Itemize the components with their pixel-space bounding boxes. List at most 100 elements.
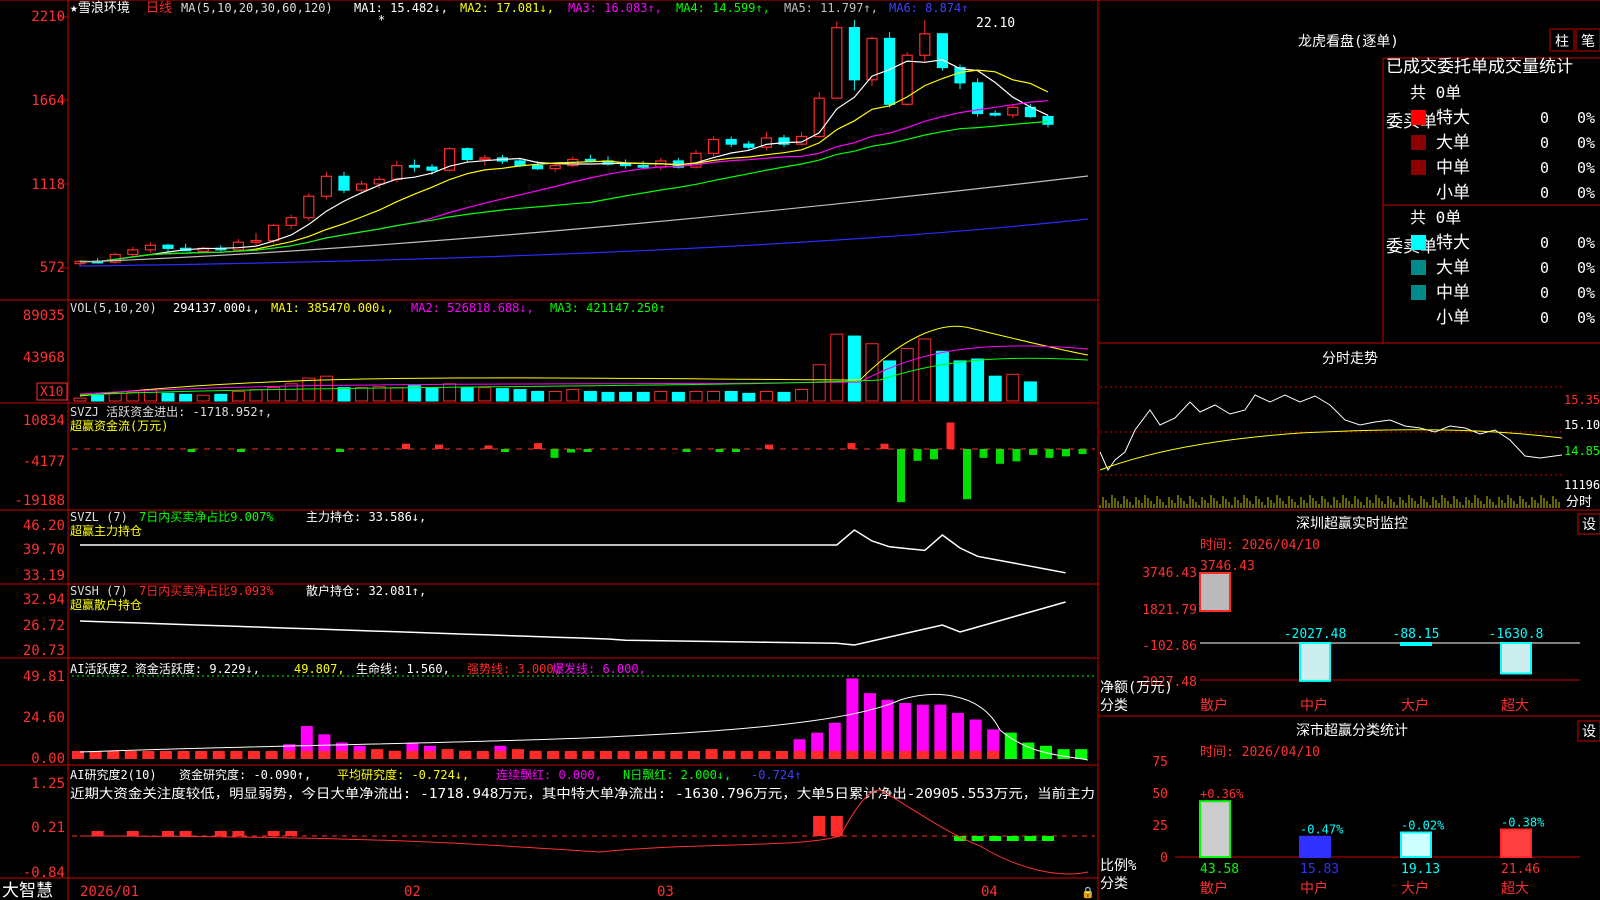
svsh-panel[interactable]: SVSH (7) 7日内买卖净占比9.093% 散户持仓: 32.081↑, 超…: [23, 583, 1066, 659]
volume-bar: [179, 393, 193, 402]
bar-mode-label: 柱: [1555, 34, 1569, 50]
sell-color-swatch: [1411, 310, 1426, 325]
svzl-subtitle: 超赢主力持仓: [70, 523, 142, 538]
volume-bar: [777, 391, 791, 402]
volume-bar: [619, 391, 633, 402]
price-panel[interactable]: ★雪浪环境 日线 MA(5,10,20,30,60,120) MA1: 15.4…: [31, 1, 1089, 276]
volume-panel[interactable]: VOL(5,10,20) 294137.000↓, MA1: 385470.00…: [23, 301, 1089, 402]
candle: [232, 241, 244, 251]
ai-base-bar: [142, 751, 155, 759]
ai-act-tick: 49.81: [23, 669, 65, 685]
ai-base-bar: [124, 751, 137, 759]
monitor-title: 深圳超赢实时监控: [1296, 515, 1408, 532]
candle: [549, 164, 561, 170]
monitor-bar: [1500, 642, 1532, 675]
buy-row-label: 中单: [1436, 158, 1470, 178]
svzl-panel[interactable]: SVZL (7) 7日内买卖净占比9.007% 主力持仓: 33.586↓, 超…: [23, 509, 1066, 584]
sell-color-swatch: [1411, 235, 1426, 250]
svzj-bar: [979, 449, 988, 458]
monitor-category: 超大: [1501, 698, 1529, 714]
sell-row-label: 特大: [1436, 233, 1470, 253]
ai-base-bar: [635, 751, 648, 759]
candle: [725, 138, 737, 145]
svzj-bar: [187, 449, 196, 452]
x-tick: 03: [657, 884, 674, 900]
candle: [408, 164, 420, 168]
period-label[interactable]: 日线: [146, 1, 172, 16]
volume-bar: [73, 397, 87, 402]
buy-total: 共 0单: [1410, 83, 1461, 102]
ai-base-bar: [969, 751, 982, 759]
ai-base-bar: [494, 751, 507, 759]
sell-row-pct: 0%: [1577, 309, 1595, 327]
volume-bar: [443, 383, 457, 402]
x-axis: 大智慧 2026/01 02 03 04 🔒: [2, 881, 1095, 900]
ai-res-tick: -0.84: [23, 865, 65, 881]
intraday-chart[interactable]: [1099, 386, 1563, 508]
stats-tick: 75: [1152, 755, 1168, 770]
ai-base-bar: [705, 751, 718, 759]
stats-bar: [1299, 835, 1331, 859]
candle: [479, 157, 491, 161]
stats-bar: [1400, 831, 1432, 859]
buy-row-count: 0: [1540, 109, 1549, 127]
monitor-bar: [1400, 642, 1432, 646]
svzj-panel[interactable]: SVZJ 活跃资金进出: -1718.952↑, 超赢资金流(万元) 10834…: [14, 404, 1087, 509]
sell-color-swatch: [1411, 260, 1426, 275]
monitor-value: -2027.48: [1284, 627, 1347, 642]
volume-bar: [91, 394, 105, 402]
ai-activity-bar: [916, 704, 929, 759]
svzj-bar: [732, 449, 740, 452]
stats-change: -0.47%: [1300, 823, 1344, 837]
svzl-title: SVZL (7): [70, 510, 128, 524]
ai-base-bar: [740, 751, 753, 759]
svzj-bar: [534, 443, 542, 449]
volume-bar: [143, 389, 157, 402]
stats-xlabel: 分类: [1100, 876, 1128, 892]
volume-bar: [249, 389, 263, 402]
ai-research-bar: [989, 836, 1002, 841]
ai-research-bar: [830, 816, 843, 836]
volume-bar: [302, 377, 316, 402]
buy-color-swatch: [1411, 160, 1426, 175]
ma3-value: MA3: 16.083↑,: [568, 1, 662, 15]
ai-res-avg: 平均研究度: -0.724↓,: [337, 767, 469, 782]
lock-icon[interactable]: 🔒: [1081, 886, 1095, 899]
vol-tick: 43968: [23, 350, 65, 366]
stats-tabs[interactable]: 已成交委托单成交量统计: [1386, 57, 1573, 77]
price-tick: 1118: [31, 177, 65, 193]
ai-activity-bar: [899, 703, 912, 759]
volume-bar: [1006, 373, 1020, 402]
ai-research-bar: [971, 836, 984, 841]
ma5-value: MA5: 11.797↑,: [784, 1, 878, 15]
candle: [268, 224, 280, 242]
ai-research-bar: [179, 831, 192, 836]
candle: [584, 158, 597, 162]
ma6-value: MA6: 8.874↑: [889, 1, 968, 15]
ai-activity-bar: [934, 704, 947, 759]
stats-bar: [1199, 800, 1231, 858]
buy-row-pct: 0%: [1577, 184, 1595, 202]
svsh-subtitle: 超赢散户持仓: [70, 597, 142, 612]
buy-rows: 特大 0 0% 大单 0 0% 中单 0 0% 小单 0 0%: [1411, 108, 1595, 203]
ai-base-bar: [512, 751, 524, 759]
ai-base-bar: [776, 751, 788, 759]
right-panel[interactable]: 龙虎看盘(逐单) 柱 笔 已成交委托单成交量统计 委买单 委卖单 共 0单 共 …: [1099, 28, 1600, 897]
ma4-value: MA4: 14.599↑,: [676, 1, 770, 15]
ai-research-panel[interactable]: AI研究度2(10) 资金研究度: -0.090↑, 平均研究度: -0.724…: [23, 767, 1095, 881]
ai-res-v1: 资金研究度: -0.090↑,: [179, 767, 311, 782]
ai-res-nred: N日飘红: 2.000↓,: [623, 767, 731, 782]
ai-base-bar: [265, 751, 278, 759]
monitor-tick: 1821.79: [1142, 603, 1197, 618]
ai-base-bar: [811, 751, 824, 759]
candle: [813, 97, 825, 138]
volume-bar: [196, 394, 210, 402]
volume-bar: [583, 390, 597, 402]
svzj-title: SVZJ 活跃资金进出: -1718.952↑,: [70, 404, 272, 419]
ai-base-bar: [793, 751, 806, 759]
svzj-tick: -4177: [23, 454, 65, 470]
ai-activity-panel[interactable]: AI活跃度2 资金活跃度: 9.229↓, 49.807, 生命线: 1.560…: [23, 661, 1089, 767]
ma1-value: MA1: 15.482↓,: [354, 1, 448, 15]
ai-act-burst: 爆发线: 6.000,: [552, 661, 646, 676]
candle: [127, 249, 139, 256]
